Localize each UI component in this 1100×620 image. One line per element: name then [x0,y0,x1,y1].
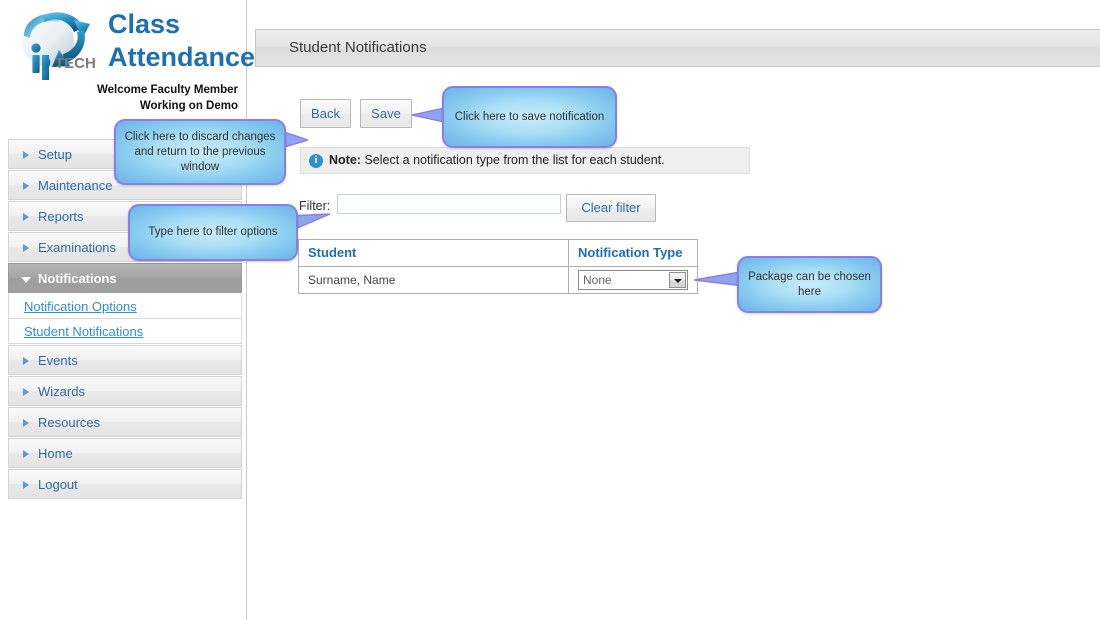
chevron-down-icon [21,277,31,283]
sidebar-item-label: Notifications [38,271,117,286]
column-header-notification-type[interactable]: Notification Type [568,239,698,267]
sidebar-item-label: Maintenance [38,178,113,193]
table-row: Surname, Name None [298,266,698,294]
note-prefix: Note: [329,153,361,167]
welcome-message: Welcome Faculty Member Working on Demo [97,82,238,114]
chevron-right-icon [23,388,29,396]
page-header-bar: Student Notifications [255,29,1100,67]
sidebar-item-events[interactable]: Events [8,345,242,375]
notification-type-select[interactable]: None [578,270,688,290]
cell-notification-type: None [568,266,698,294]
app-root: TECH Class Attendance Welcome Faculty Me… [0,0,1100,620]
sidebar-item-home[interactable]: Home [8,438,242,468]
sidebar-item-label: Events [38,353,78,368]
brand-title-line1: Class [108,9,181,39]
iptech-circular-arrow-logo-icon: TECH [12,6,108,82]
callout-save-button: Click here to save notification [442,86,617,148]
chevron-right-icon [23,244,29,252]
chevron-right-icon [23,450,29,458]
sidebar-item-logout[interactable]: Logout [8,469,242,499]
students-table: Student Notification Type Surname, Name … [298,239,698,294]
callout-back-button: Click here to discard changes and return… [114,119,286,185]
sidebar-menu: Setup Maintenance Reports Examinations N… [8,139,242,500]
callout-filter-input: Type here to filter options [128,204,298,261]
chevron-right-icon [23,182,29,190]
chevron-right-icon [23,151,29,159]
sidebar-subitem-link[interactable]: Notification Options [24,299,137,314]
sidebar-item-resources[interactable]: Resources [8,407,242,437]
table-header-row: Student Notification Type [298,239,698,267]
sidebar-subitem-link[interactable]: Student Notifications [24,324,143,339]
cell-student-name: Surname, Name [298,266,569,294]
column-header-student[interactable]: Student [298,239,569,267]
sidebar-item-label: Resources [38,415,101,430]
sidebar-item-label: Home [38,446,73,461]
sidebar-item-wizards[interactable]: Wizards [8,376,242,406]
welcome-line-1: Welcome Faculty Member [96,84,238,96]
welcome-line-2: Working on Demo [139,100,238,112]
sidebar-item-label: Logout [38,477,78,492]
sidebar-subitem-notification-options[interactable]: Notification Options [8,294,242,319]
chevron-right-icon [23,481,29,489]
note-text: Note: Select a notification type from th… [329,153,665,167]
note-body: Select a notification type from the list… [364,153,665,167]
save-button[interactable]: Save [360,99,412,128]
notification-type-selected-value: None [583,273,612,287]
clear-filter-button[interactable]: Clear filter [566,194,656,222]
brand-title-line2: Attendance [108,42,256,72]
logo-wordmark-text: TECH [55,55,96,72]
chevron-down-icon[interactable] [669,272,686,288]
left-panel: TECH Class Attendance Welcome Faculty Me… [0,0,255,620]
sidebar-item-label: Setup [38,147,72,162]
back-button[interactable]: Back [300,99,351,128]
page-title: Student Notifications [289,39,427,56]
sidebar-item-label: Reports [38,209,84,224]
chevron-right-icon [23,357,29,365]
page-brand-title: Class Attendance [108,8,255,74]
brand-header: TECH Class Attendance Welcome Faculty Me… [0,0,255,112]
search-input[interactable] [337,194,561,214]
sidebar-item-label: Examinations [38,240,117,255]
sidebar-item-label: Wizards [38,384,85,399]
sidebar-subitem-student-notifications[interactable]: Student Notifications [8,319,242,344]
callout-notification-type-select: Package can be chosen here [737,256,882,313]
chevron-right-icon [23,213,29,221]
info-icon: i [309,154,323,168]
note-banner: i Note: Select a notification type from … [300,147,750,174]
sidebar-item-notifications[interactable]: Notifications [8,263,242,293]
chevron-right-icon [23,419,29,427]
filter-label: Filter: [299,199,331,213]
